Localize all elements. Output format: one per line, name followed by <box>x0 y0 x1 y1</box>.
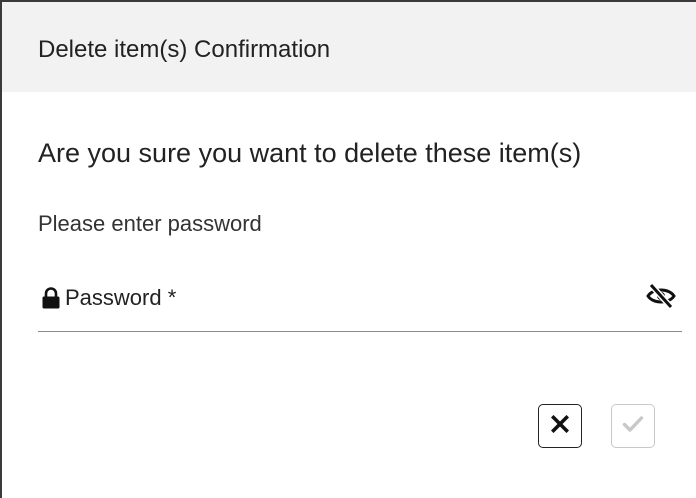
eye-slash-icon[interactable] <box>646 282 676 310</box>
dialog-header: Delete item(s) Confirmation <box>2 2 696 92</box>
close-icon <box>550 414 570 438</box>
dialog-title: Delete item(s) Confirmation <box>38 36 331 63</box>
confirmation-message: Are you sure you want to delete these it… <box>38 138 582 168</box>
delete-confirmation-dialog: Delete item(s) Confirmation Are you sure… <box>0 0 696 498</box>
password-prompt: Please enter password <box>38 211 262 236</box>
check-icon <box>622 415 644 438</box>
cancel-button[interactable] <box>538 404 582 448</box>
confirm-button[interactable] <box>611 404 655 448</box>
password-label: Password * <box>65 285 177 310</box>
password-field[interactable]: Password * <box>38 270 682 332</box>
lock-icon <box>42 287 60 309</box>
